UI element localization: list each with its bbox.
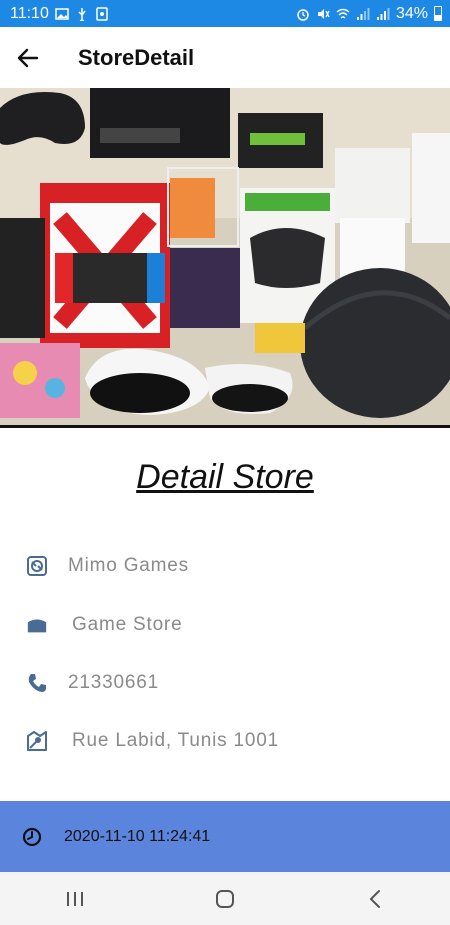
chevron-left-icon (369, 889, 380, 908)
wifi-icon (336, 8, 350, 19)
system-nav-bar (0, 872, 450, 925)
nav-back-button[interactable] (345, 879, 405, 919)
store-type: Game Store (72, 614, 183, 635)
store-products-photo (0, 88, 450, 425)
alarm-icon (297, 8, 309, 21)
screenshot-notification-icon (96, 6, 108, 21)
gallery-notification-icon (55, 7, 69, 20)
phone-number: 21330661 (68, 672, 159, 693)
battery-icon (434, 6, 442, 21)
usb-notification-icon (78, 7, 86, 21)
store-image (0, 88, 450, 428)
date-time: 2020-11-10 11:24:41 (64, 827, 211, 845)
status-bar-right: 34% (296, 5, 442, 23)
store-address: Rue Labid, Tunis 1001 (72, 730, 279, 751)
battery-percent: 34% (395, 4, 428, 22)
date-bar: 2020-11-10 11:24:41 (0, 801, 450, 872)
store-type-row: Game Store (26, 614, 182, 636)
status-bar: 11:10 34% (0, 0, 450, 27)
map-icon (26, 730, 48, 752)
page-title: StoreDetail (78, 44, 195, 70)
store-name: Mimo Games (68, 555, 189, 576)
app-bar: StoreDetail (0, 27, 450, 88)
clock-icon (22, 827, 42, 846)
mute-icon (317, 8, 330, 19)
signal-icon (356, 7, 370, 20)
signal-icon-2 (376, 7, 390, 20)
back-button[interactable] (0, 27, 56, 88)
home-button[interactable] (195, 879, 255, 919)
store-logo-icon (26, 555, 48, 577)
store-name-row: Mimo Games (26, 555, 189, 577)
detail-heading: Detail Store (136, 458, 314, 496)
store-type-icon (26, 614, 48, 636)
arrow-back-icon (17, 48, 39, 67)
phone-icon (26, 672, 48, 694)
status-time: 11:10 (10, 4, 49, 22)
recents-button[interactable] (45, 879, 105, 919)
address-row: Rue Labid, Tunis 1001 (26, 730, 279, 752)
phone-row: 21330661 (26, 672, 159, 694)
home-icon (216, 889, 234, 908)
status-bar-left: 11:10 (10, 5, 109, 23)
recents-icon (67, 891, 83, 906)
